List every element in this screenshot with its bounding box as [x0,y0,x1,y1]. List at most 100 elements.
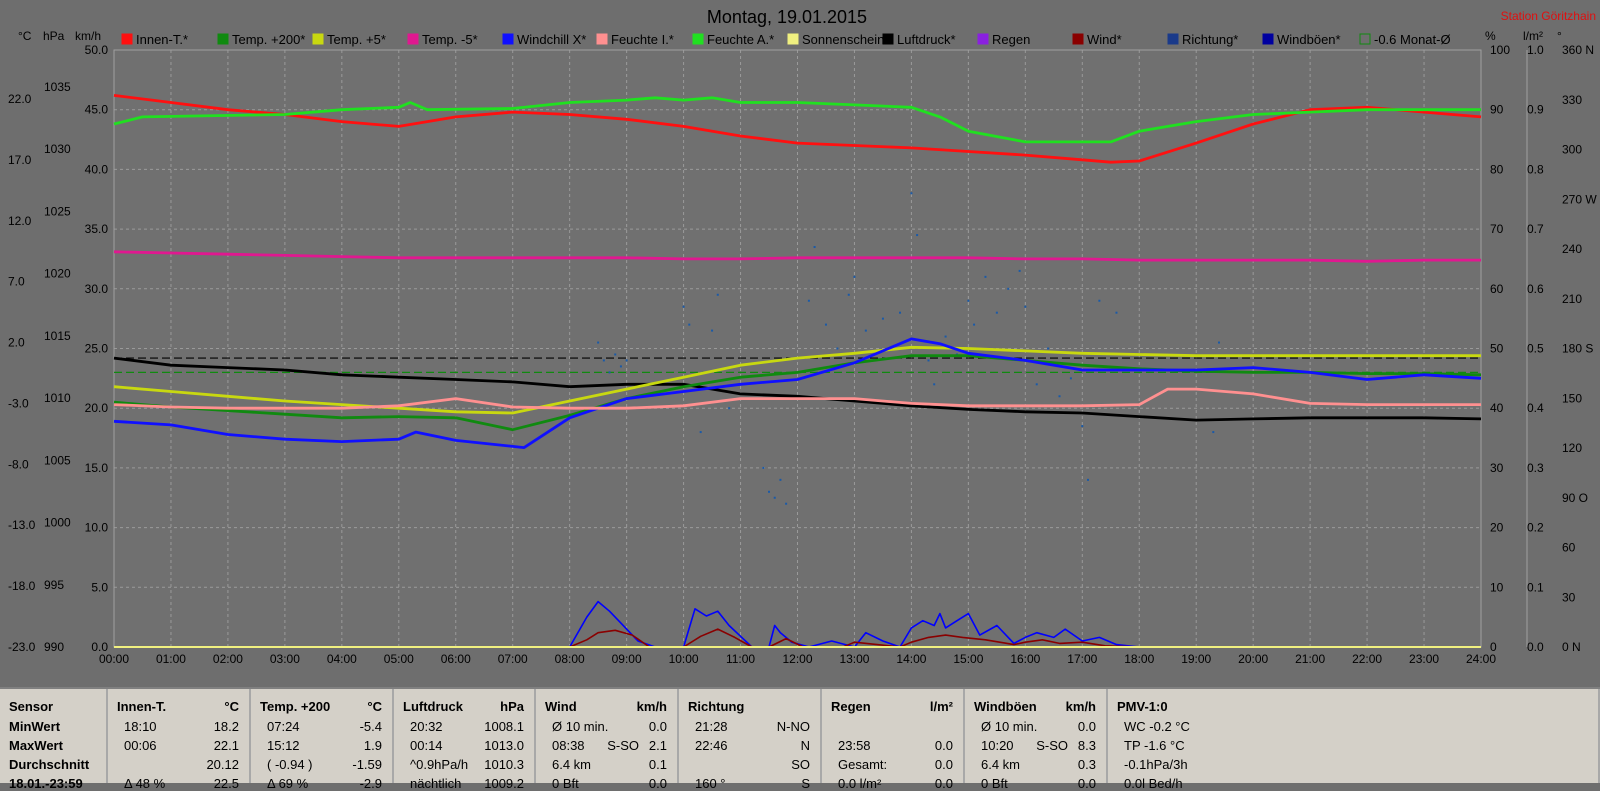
weather-chart: Montag, 19.01.2015 Station Göritzhain °C… [0,0,1600,687]
y-tick-hpa: 995 [44,578,64,592]
stats-cell-dir: S-SO [1036,738,1068,753]
y-tick-deg: 0 N [1562,640,1581,654]
stats-column: Innen-T. °C 18:10 18.2 00:06 22.1 20.12 Δ 48 % 2… [108,689,251,791]
stats-cell-value: N [800,738,810,753]
stats-cell-label: Gesamt: [838,757,888,772]
y-tick-deg: 330 [1562,93,1582,107]
x-tick-label: 17:00 [1067,652,1097,666]
x-tick-label: 19:00 [1181,652,1211,666]
stats-cell-label: 18:10 [124,719,157,734]
x-tick-label: 00:00 [99,652,129,666]
stats-cell-label: nächtlich [410,776,462,791]
direction-point [933,383,936,386]
legend-label: Windchill X* [517,32,586,47]
stats-cell-value: -2.9 [359,776,382,791]
stats-cell-label: Ø 10 min. [981,719,1038,734]
stats-header: Innen-T. [117,699,167,714]
stats-cell-label: 18.01.-23:59 [9,776,83,791]
stats-cell-label: MinWert [9,719,61,734]
stats-cell-label: Δ 48 % [124,776,166,791]
stats-unit: hPa [500,699,524,714]
direction-point [614,353,617,356]
stats-column: Richtung 21:28 N-NO 22:46 N SO 160 ° S [679,689,822,791]
y-tick-deg: 120 [1562,441,1582,455]
direction-point [824,323,827,326]
y-tick-pct: 10 [1490,580,1504,594]
direction-point [847,293,850,296]
legend-label: Feuchte A.* [707,32,774,47]
direction-point [910,192,913,195]
x-tick-label: 08:00 [555,652,585,666]
station-name: Station Göritzhain [1501,9,1596,23]
stats-cell-value: -5.4 [359,719,382,734]
direction-point [688,323,691,326]
stats-cell-value: 22.5 [213,776,239,791]
stats-cell-label: 6.4 km [552,757,592,772]
direction-point [1007,287,1010,290]
y-tick-kmh: 35.0 [85,222,109,236]
legend-swatch [977,33,989,45]
y-tick-kmh: 50.0 [85,43,109,57]
legend-swatch [407,33,419,45]
legend-label: -0.6 Monat-Ø [1374,32,1451,47]
stats-header: Temp. +200 [260,699,331,714]
stats-cell-value: 1010.3 [484,757,524,772]
x-tick-label: 21:00 [1295,652,1325,666]
x-tick-label: 23:00 [1409,652,1439,666]
y-tick-temp: -13.0 [8,518,36,532]
x-tick-label: 03:00 [270,652,300,666]
legend-label: Richtung* [1182,32,1238,47]
y-tick-temp: 2.0 [8,336,25,350]
legend-label: Temp. -5* [422,32,478,47]
stats-cell-value: 0.0 [934,776,953,791]
stats-cell-value: 0.0 [1077,776,1096,791]
direction-point [836,347,839,350]
legend-item: -0.6 Monat-Ø [1359,32,1451,47]
y-tick-rain: 0.5 [1527,342,1544,356]
legend-swatch [217,33,229,45]
direction-point [967,299,970,302]
x-tick-label: 24:00 [1466,652,1496,666]
stats-cell-label: 0 Bft [981,776,1008,791]
x-tick-label: 06:00 [441,652,471,666]
y-tick-temp: -3.0 [8,396,29,410]
stats-cell-value: S [801,776,810,791]
stats-header: Windböen [974,699,1037,714]
y-tick-deg: 240 [1562,242,1582,256]
y-tick-rain: 0.1 [1527,580,1544,594]
y-tick-pct: 100 [1490,43,1510,57]
x-tick-label: 14:00 [896,652,926,666]
y-tick-hpa: 1010 [44,391,71,405]
legend-swatch [1072,33,1084,45]
y-tick-kmh: 25.0 [85,342,109,356]
stats-cell-label: 0 Bft [552,776,579,791]
y-tick-rain: 0.6 [1527,282,1544,296]
direction-point [1081,425,1084,428]
y-tick-deg: 60 [1562,541,1576,555]
unit-kmh: km/h [75,29,101,43]
y-tick-deg: 150 [1562,391,1582,405]
direction-point [984,275,987,278]
x-tick-label: 22:00 [1352,652,1382,666]
x-tick-label: 10:00 [669,652,699,666]
direction-point [785,502,788,505]
stats-cell-value: 20.12 [206,757,239,772]
direction-point [728,407,731,410]
stats-cell-value: 2.1 [648,738,667,753]
unit-deg: ° [1557,29,1562,43]
direction-point [779,478,782,481]
x-tick-label: 05:00 [384,652,414,666]
unit-hpa: hPa [43,29,65,43]
y-tick-kmh: 20.0 [85,401,109,415]
stats-cell-value: SO [791,757,810,772]
y-tick-temp: -18.0 [8,579,36,593]
legend-swatch [1262,33,1274,45]
direction-point [768,490,771,493]
legend-label: Luftdruck* [897,32,956,47]
direction-point [682,305,685,308]
direction-point [1058,395,1061,398]
stats-cell-value: N-NO [776,719,810,734]
x-tick-label: 04:00 [327,652,357,666]
y-tick-deg: 30 [1562,590,1576,604]
y-tick-pct: 60 [1490,282,1504,296]
